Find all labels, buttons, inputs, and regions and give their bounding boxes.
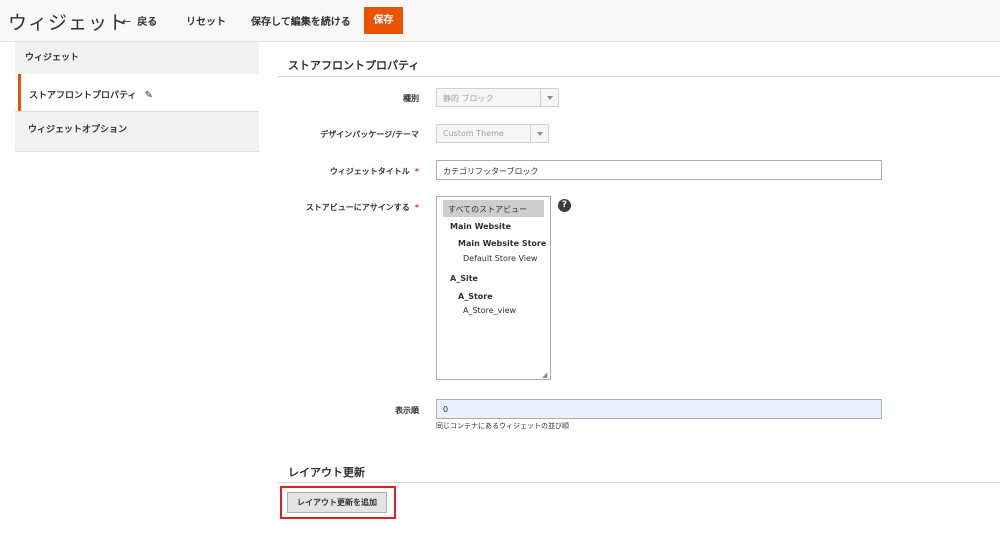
theme-select-value: Custom Theme [443,129,504,138]
widget-title-input[interactable]: カテゴリフッターブロック [436,160,882,180]
store-view-option-all[interactable]: すべてのストアビュー [443,200,544,217]
store-view-store-option: Main Website Store [458,239,547,248]
page-header: ウィジェット ← 戻る リセット 保存して編集を続ける 保存 [0,0,1000,42]
sort-order-input[interactable]: 0 [436,399,882,419]
chevron-down-icon [530,125,548,142]
sort-order-note: 同じコンテナにあるウィジェットの並び順 [436,422,569,430]
widget-edit-page: ウィジェット ← 戻る リセット 保存して編集を続ける 保存 ウィジェット ストア… [0,0,1000,539]
sort-order-label: 表示順 [395,406,419,415]
theme-select[interactable]: Custom Theme [436,124,549,143]
resize-handle-icon[interactable]: ◢ [542,371,547,379]
store-view-website-option: A_Site [450,274,478,283]
section-divider [277,482,1000,483]
theme-label: デザインパッケージ/テーマ [320,130,419,139]
required-marker: * [414,167,419,176]
tab-widget-options[interactable]: ウィジェットオプション [15,111,259,152]
store-views-label: ストアビューにアサインする * [306,202,419,213]
store-view-option[interactable]: A_Store_view [463,306,516,315]
layout-section-title: レイアウト更新 [288,466,365,479]
back-button[interactable]: ← 戻る [122,13,157,28]
reset-button[interactable]: リセット [186,13,226,28]
type-label: 種別 [403,94,419,103]
save-button[interactable]: 保存 [364,7,403,34]
widget-title-label-text: ウィジェットタイトル [329,167,410,176]
back-arrow-icon: ← [122,15,132,28]
section-divider [277,76,1000,77]
help-icon[interactable]: ? [558,199,571,212]
pencil-icon: ✎ [144,90,153,101]
type-select[interactable]: 静的 ブロック [436,88,559,107]
store-view-option[interactable]: Default Store View [463,254,537,263]
store-view-store-option: A_Store [458,292,493,301]
type-select-value: 静的 ブロック [443,94,494,103]
save-and-continue-button[interactable]: 保存して編集を続ける [251,13,351,28]
add-layout-update-button[interactable]: レイアウト更新を追加 [287,492,387,513]
required-marker: * [414,203,419,212]
tab-storefront-properties-label: ストアフロントプロパティ [29,91,137,101]
back-button-label: 戻る [137,17,158,28]
store-views-label-text: ストアビューにアサインする [305,203,410,212]
chevron-down-icon [540,89,558,106]
tab-storefront-properties[interactable]: ストアフロントプロパティ ✎ [18,74,259,111]
widget-title-label: ウィジェットタイトル * [330,166,419,177]
sidebar-title: ウィジェット [15,42,259,72]
page-title: ウィジェット [8,12,129,34]
store-view-website-option: Main Website [450,222,512,231]
storefront-section-title: ストアフロントプロパティ [288,59,420,72]
